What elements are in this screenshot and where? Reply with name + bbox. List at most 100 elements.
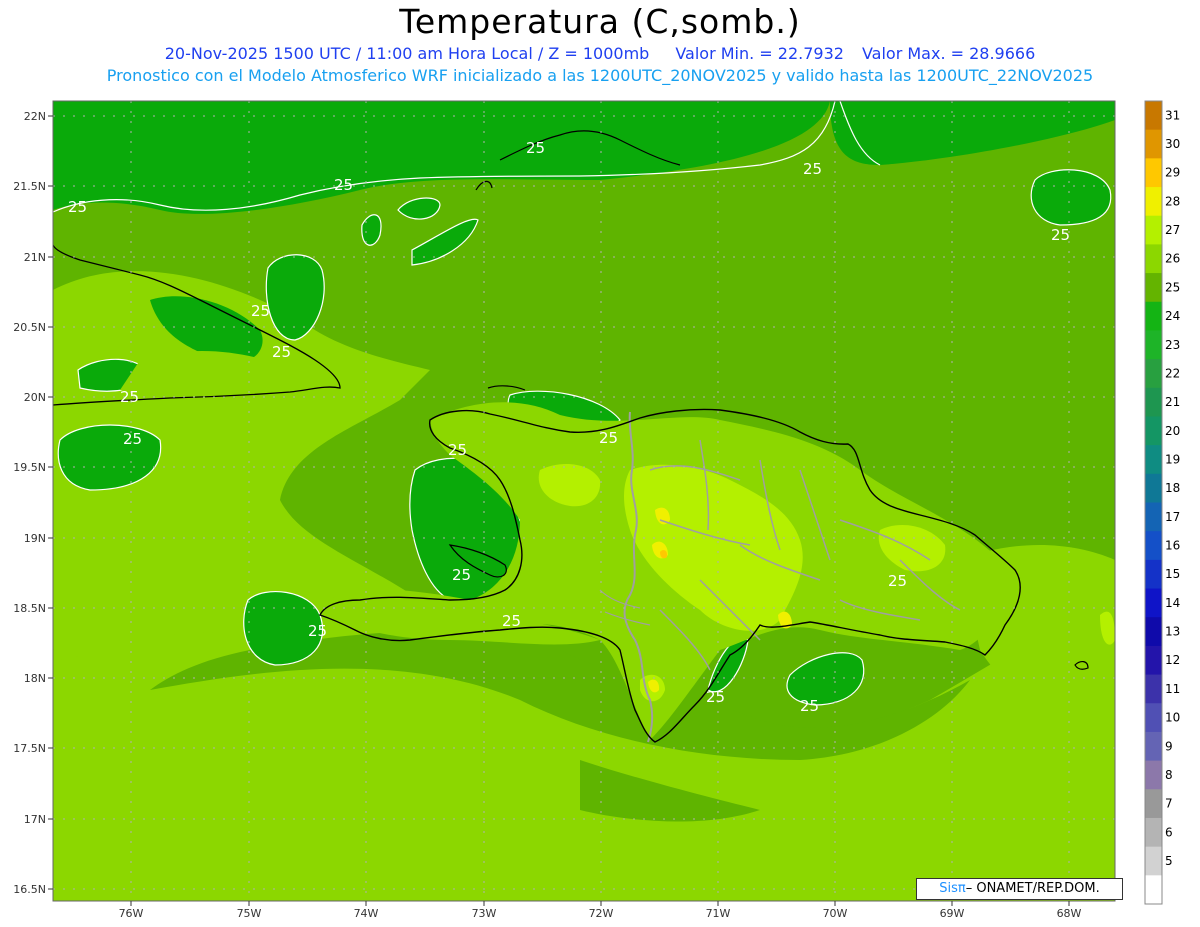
colorbar-swatch bbox=[1145, 445, 1162, 475]
colorbar-label: 7 bbox=[1165, 797, 1173, 811]
colorbar-swatch bbox=[1145, 473, 1162, 503]
colorbar-swatch bbox=[1145, 588, 1162, 618]
lon-tick-label: 71W bbox=[706, 907, 731, 920]
colorbar-label: 19 bbox=[1165, 452, 1180, 466]
map-title: Temperatura (C,somb.) bbox=[399, 2, 801, 41]
contour-label: 25 bbox=[68, 198, 87, 216]
colorbar-label: 5 bbox=[1165, 854, 1173, 868]
lat-tick-label: 19N bbox=[24, 532, 46, 545]
credit-brand: Sisπ bbox=[939, 881, 966, 896]
colorbar-label: 24 bbox=[1165, 309, 1180, 323]
colorbar-swatch bbox=[1145, 559, 1162, 590]
contour-label: 25 bbox=[272, 343, 291, 361]
contour-label: 25 bbox=[1051, 226, 1070, 244]
colorbar-swatch bbox=[1145, 359, 1162, 389]
lat-tick-label: 18N bbox=[24, 672, 46, 685]
colorbar-swatch bbox=[1145, 273, 1162, 303]
lon-tick-label: 73W bbox=[472, 907, 497, 920]
colorbar-label: 27 bbox=[1165, 223, 1180, 237]
colorbar-swatch bbox=[1145, 703, 1162, 733]
colorbar-swatch bbox=[1145, 674, 1162, 704]
lat-tick-label: 20N bbox=[24, 391, 46, 404]
colorbar-swatch bbox=[1145, 875, 1162, 905]
contour-label: 25 bbox=[123, 430, 142, 448]
subtitle-max-value: Valor Max. = 28.9666 bbox=[861, 44, 1036, 63]
colorbar-label: 25 bbox=[1165, 280, 1180, 294]
colorbar-label: 29 bbox=[1165, 166, 1180, 180]
colorbar-swatch bbox=[1145, 731, 1162, 762]
lat-tick-label: 21.5N bbox=[13, 180, 46, 193]
contour-label: 25 bbox=[888, 572, 907, 590]
lat-tick-label: 17.5N bbox=[13, 742, 46, 755]
map-area bbox=[53, 101, 1115, 901]
lon-tick-label: 76W bbox=[119, 907, 144, 920]
colorbar-swatch bbox=[1145, 817, 1162, 848]
colorbar-swatch bbox=[1145, 502, 1162, 532]
lat-tick-label: 16.5N bbox=[13, 883, 46, 896]
lat-axis: 22N 21.5N 21N 20.5N 20N 19.5N 19N 18.5N … bbox=[13, 110, 53, 896]
colorbar-label: 13 bbox=[1165, 625, 1180, 639]
colorbar-label: 31 bbox=[1165, 108, 1180, 122]
contour-label: 25 bbox=[599, 429, 618, 447]
colorbar-label: 12 bbox=[1165, 653, 1180, 667]
colorbar-label: 10 bbox=[1165, 711, 1180, 725]
lon-tick-label: 74W bbox=[354, 907, 379, 920]
colorbar-swatch bbox=[1145, 617, 1162, 647]
colorbar-label: 15 bbox=[1165, 567, 1180, 581]
colorbar-swatch bbox=[1145, 645, 1162, 676]
credit-org: – ONAMET/REP.DOM. bbox=[965, 881, 1100, 896]
colorbar-swatch bbox=[1145, 789, 1162, 819]
lat-tick-label: 20.5N bbox=[13, 321, 46, 334]
colorbar-label: 6 bbox=[1165, 825, 1173, 839]
subtitle-min-value: Valor Min. = 22.7932 bbox=[675, 44, 844, 63]
colorbar-swatch bbox=[1145, 101, 1162, 131]
lat-tick-label: 18.5N bbox=[13, 602, 46, 615]
colorbar-swatch bbox=[1145, 158, 1162, 188]
colorbar-swatch bbox=[1145, 244, 1162, 274]
subtitle-timestamp: 20-Nov-2025 1500 UTC / 11:00 am Hora Loc… bbox=[164, 44, 650, 63]
lon-tick-label: 70W bbox=[823, 907, 848, 920]
colorbar-label: 21 bbox=[1165, 395, 1180, 409]
colorbar-label: 8 bbox=[1165, 768, 1173, 782]
colorbar-swatch bbox=[1145, 215, 1162, 245]
contour-label: 25 bbox=[706, 688, 725, 706]
lon-tick-label: 69W bbox=[940, 907, 965, 920]
colorbar-swatch bbox=[1145, 187, 1162, 217]
colorbar-label: 20 bbox=[1165, 424, 1180, 438]
colorbar-swatch bbox=[1145, 531, 1162, 561]
credit-box: Sisπ– ONAMET/REP.DOM. bbox=[916, 878, 1123, 900]
colorbar-swatch bbox=[1145, 760, 1162, 790]
contour-label: 25 bbox=[120, 388, 139, 406]
lon-axis: 76W 75W 74W 73W 72W 71W 70W 69W 68W bbox=[119, 901, 1082, 920]
colorbar-label: 18 bbox=[1165, 481, 1180, 495]
contour-label: 25 bbox=[452, 566, 471, 584]
colorbar-label: 9 bbox=[1165, 739, 1173, 753]
colorbar-swatch bbox=[1145, 416, 1162, 446]
colorbar-swatch bbox=[1145, 330, 1162, 360]
colorbar-swatch bbox=[1145, 846, 1162, 876]
colorbar-label: 16 bbox=[1165, 539, 1180, 553]
contour-label: 25 bbox=[334, 176, 353, 194]
colorbar-label: 28 bbox=[1165, 194, 1180, 208]
lon-tick-label: 68W bbox=[1057, 907, 1082, 920]
lon-tick-label: 75W bbox=[237, 907, 262, 920]
contour-label: 25 bbox=[308, 622, 327, 640]
contour-label: 25 bbox=[526, 139, 545, 157]
colorbar: 31 30 29 28 27 26 25 24 23 22 21 20 19 18 17 16 15 14 13 12… bbox=[1144, 100, 1180, 905]
colorbar-swatch bbox=[1145, 129, 1162, 159]
lat-tick-label: 22N bbox=[24, 110, 46, 123]
colorbar-label: 26 bbox=[1165, 252, 1180, 266]
lat-tick-label: 17N bbox=[24, 813, 46, 826]
lat-tick-label: 21N bbox=[24, 251, 46, 264]
colorbar-label: 14 bbox=[1165, 596, 1180, 610]
field-24c-ne-blob bbox=[1030, 169, 1112, 226]
colorbar-label: 23 bbox=[1165, 338, 1180, 352]
colorbar-swatch bbox=[1145, 301, 1162, 331]
map-figure: 25 25 25 25 25 25 25 25 25 25 25 25 25 2… bbox=[13, 100, 1180, 920]
colorbar-label: 17 bbox=[1165, 510, 1180, 524]
contour-label: 25 bbox=[800, 697, 819, 715]
contour-label: 25 bbox=[803, 160, 822, 178]
colorbar-swatch bbox=[1145, 387, 1162, 417]
subtitle-line-2: Pronostico con el Modelo Atmosferico WRF… bbox=[106, 66, 1094, 85]
contour-label: 25 bbox=[251, 302, 270, 320]
